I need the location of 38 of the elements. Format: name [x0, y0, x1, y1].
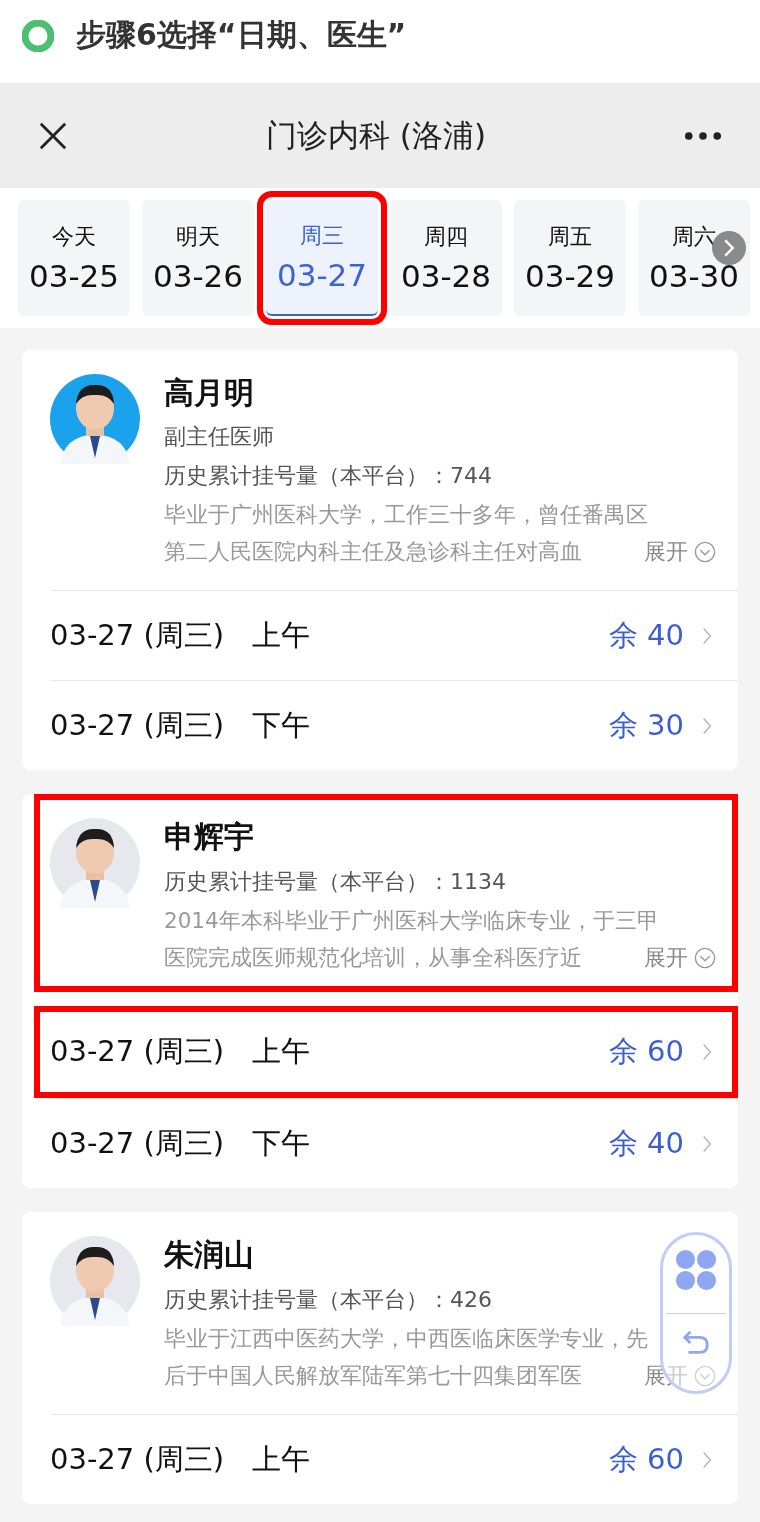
chevron-right-icon: [702, 1449, 712, 1470]
date-tab[interactable]: 今天 03-25: [18, 200, 130, 316]
time-slot-row[interactable]: 03-27 (周三) 上午 余 40: [50, 590, 738, 680]
clover-icon: [675, 1249, 717, 1291]
chevron-right-icon: [702, 715, 712, 736]
date-tab[interactable]: 明天 03-26: [142, 200, 254, 316]
doctor-bio: 2014年本科毕业于广州医科大学临床专业，于三甲: [164, 907, 659, 935]
doctor-name: 高月明: [164, 374, 254, 412]
step-title: 步骤6选择“日期、医生”: [76, 16, 407, 54]
doctor-bio: 第二人民医院内科主任及急诊科主任对高血: [164, 538, 582, 566]
time-slot-row[interactable]: 03-27 (周三) 上午 余 60: [50, 1414, 738, 1504]
time-slot-row[interactable]: 03-27 (周三) 下午 余 30: [50, 680, 738, 770]
expand-button[interactable]: 展开: [644, 536, 716, 567]
registration-count: 历史累计挂号量（本平台）：426: [164, 1286, 492, 1314]
registration-count: 历史累计挂号量（本平台）：1134: [164, 868, 506, 896]
close-icon[interactable]: [38, 120, 68, 151]
chevron-right-icon: [702, 625, 712, 646]
registration-count: 历史累计挂号量（本平台）：744: [164, 462, 492, 490]
date-tab[interactable]: 周五 03-29: [514, 200, 626, 316]
nav-title: 门诊内科 (洛浦): [265, 115, 486, 155]
more-icon[interactable]: [684, 130, 722, 141]
expand-button[interactable]: 展开: [644, 942, 716, 973]
doctor-bio: 医院完成医师规范化培训，从事全科医疗近: [164, 944, 582, 972]
time-slot-row[interactable]: 03-27 (周三) 上午 余 60: [34, 1006, 738, 1098]
doctor-bio: 后于中国人民解放军陆军第七十四集团军医: [164, 1362, 582, 1390]
doctor-bio: 毕业于广州医科大学，工作三十多年，曾任番禺区: [164, 501, 648, 529]
expand-button[interactable]: 展开: [644, 1360, 716, 1391]
doctor-name: 申辉宇: [164, 818, 254, 856]
chevron-down-icon: [694, 946, 716, 969]
chevron-down-icon: [694, 540, 716, 563]
chevron-down-icon: [694, 1364, 716, 1387]
time-slot-row[interactable]: 03-27 (周三) 下午 余 40: [50, 1098, 738, 1188]
doctor-bio: 毕业于江西中医药大学，中西医临床医学专业，先: [164, 1325, 648, 1353]
doctor-title: 副主任医师: [164, 423, 274, 451]
chevron-right-icon: [702, 1133, 712, 1154]
doctor-name: 朱润山: [164, 1236, 254, 1274]
chevron-right-icon: [702, 1042, 712, 1062]
date-tab[interactable]: 周四 03-28: [390, 200, 502, 316]
